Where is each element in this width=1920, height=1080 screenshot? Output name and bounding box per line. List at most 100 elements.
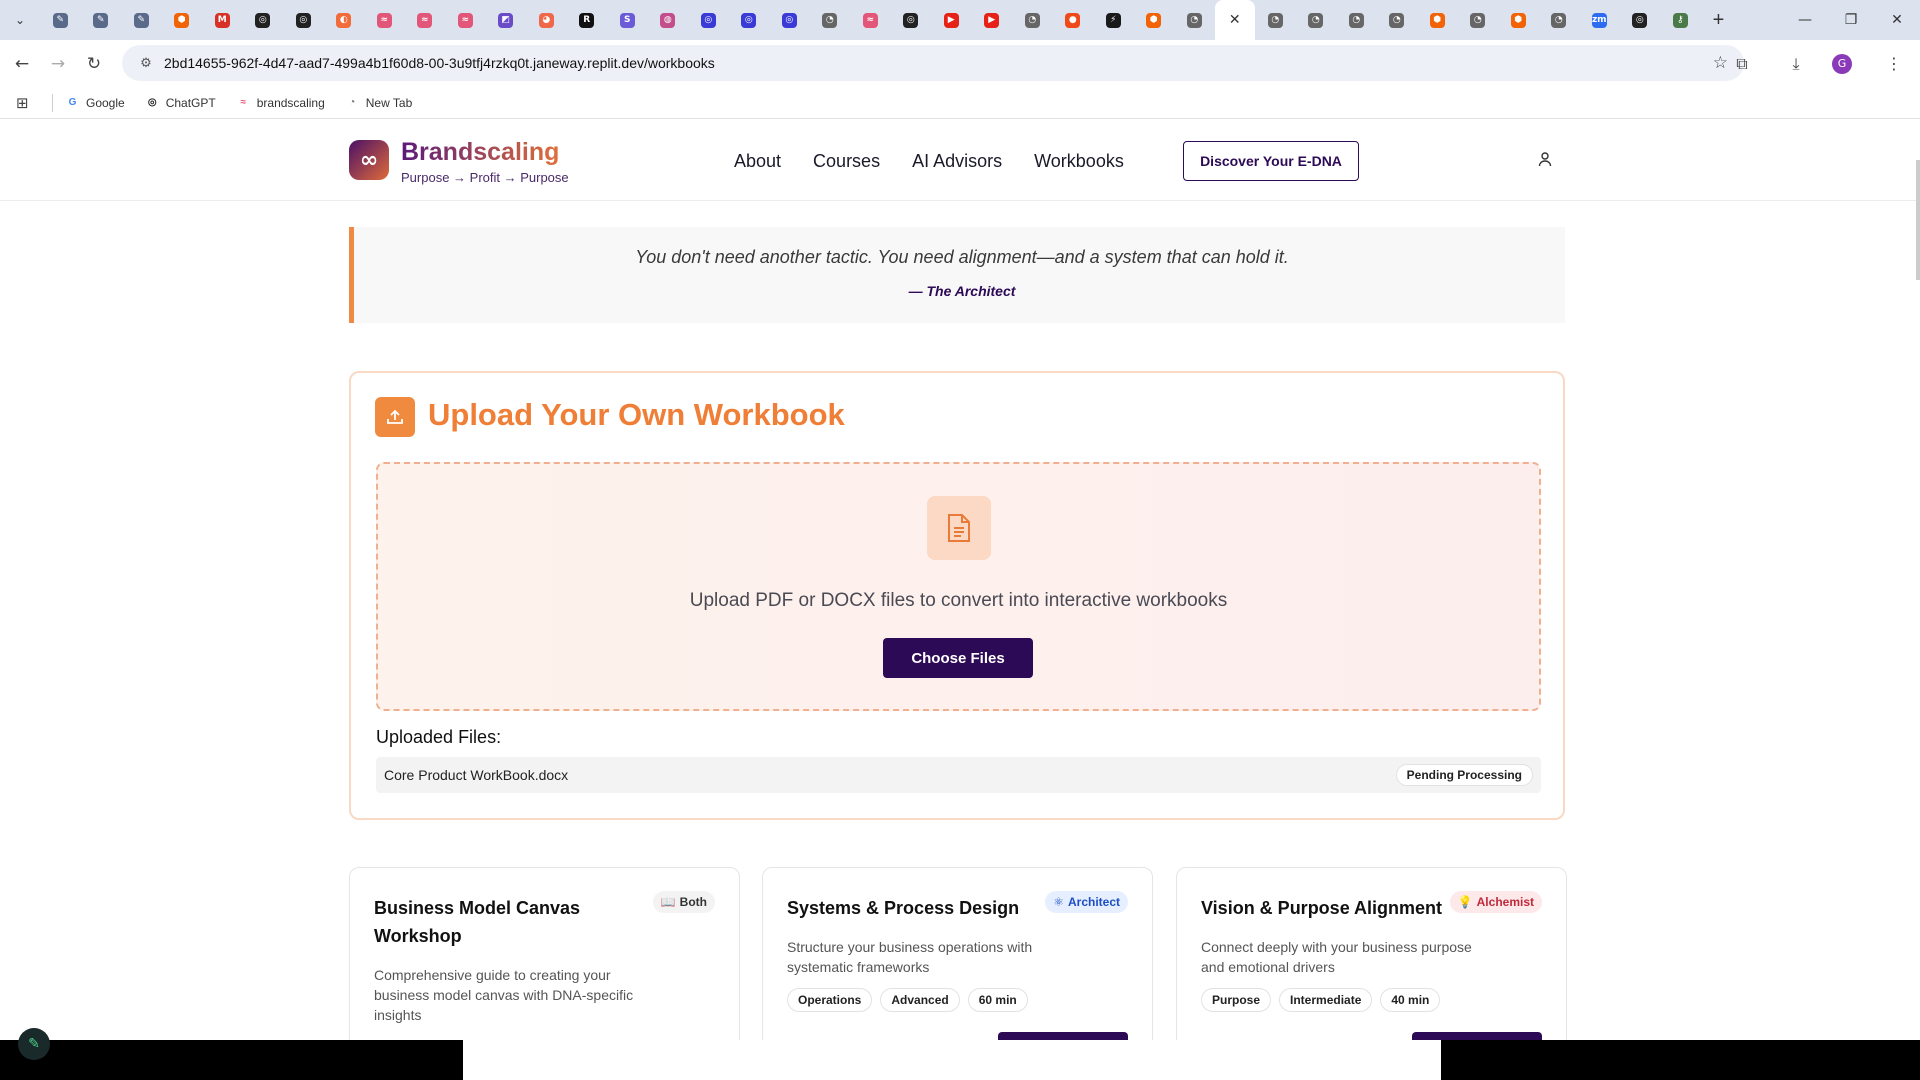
tag-pill: 40 min	[1380, 988, 1441, 1012]
browser-tab[interactable]: ⬢	[1498, 0, 1539, 40]
back-icon[interactable]: ←	[8, 50, 36, 78]
globe-icon: ◔	[1186, 12, 1202, 28]
close-window-icon[interactable]: ✕	[1874, 0, 1920, 40]
browser-tab[interactable]: ◎	[283, 0, 324, 40]
minimize-icon[interactable]: —	[1782, 0, 1828, 40]
profile-avatar[interactable]: G	[1832, 53, 1852, 74]
nav-ai-advisors[interactable]: AI Advisors	[912, 151, 1002, 172]
card-tags: Purpose Intermediate 40 min	[1201, 988, 1448, 1012]
scrollbar-thumb[interactable]	[1916, 160, 1920, 280]
browser-tab[interactable]: ▶	[931, 0, 972, 40]
url-text[interactable]: 2bd14655-962f-4d47-aad7-499a4b1f60d8-00-…	[164, 55, 715, 71]
apps-grid-icon[interactable]: ⊞	[16, 94, 36, 112]
bookmark-item[interactable]: G Google	[65, 95, 125, 110]
browser-tab[interactable]: ⚡	[1093, 0, 1134, 40]
link-icon: ✎	[133, 12, 149, 28]
globe-icon: ◔	[1308, 12, 1324, 28]
browser-tab[interactable]: ◎	[729, 0, 770, 40]
address-bar[interactable]: ⚙ 2bd14655-962f-4d47-aad7-499a4b1f60d8-0…	[122, 45, 1744, 81]
bookmark-item[interactable]: ◔ New Tab	[345, 95, 412, 110]
browser-tab[interactable]: ●	[1053, 0, 1094, 40]
nav-courses[interactable]: Courses	[813, 151, 880, 172]
browser-tab[interactable]: ◎	[769, 0, 810, 40]
extensions-icon[interactable]: ⧉	[1724, 46, 1760, 82]
reload-icon[interactable]: ↻	[80, 50, 108, 78]
browser-tab[interactable]: ◔	[1174, 0, 1215, 40]
uploaded-file-row[interactable]: Core Product WorkBook.docx Pending Proce…	[376, 757, 1541, 793]
edit-icon[interactable]: ✎	[18, 1028, 50, 1060]
youtube-icon: ▶	[984, 12, 1000, 28]
browser-tab[interactable]: ◎	[688, 0, 729, 40]
open-workbook-button[interactable]	[998, 1032, 1128, 1040]
taskbar	[0, 1040, 1920, 1080]
tab-search-dropdown[interactable]: ⌄	[0, 0, 40, 40]
browser-tab[interactable]: ◔	[1539, 0, 1580, 40]
link-icon: ✎	[52, 12, 68, 28]
browser-tab[interactable]: ◐	[324, 0, 365, 40]
brand-name[interactable]: Brandscaling	[401, 138, 559, 167]
close-icon[interactable]: ✕	[1227, 12, 1242, 28]
browser-tab[interactable]: ≈	[850, 0, 891, 40]
browser-tab[interactable]: ◔	[1458, 0, 1499, 40]
choose-files-button[interactable]: Choose Files	[883, 638, 1033, 678]
browser-tab[interactable]: ◕	[526, 0, 567, 40]
red-dot-icon: ●	[1065, 12, 1081, 28]
browser-tab[interactable]: ◎	[243, 0, 284, 40]
browser-tab[interactable]: ⬢	[162, 0, 203, 40]
cursor-icon: ◩	[498, 12, 514, 28]
workbook-card[interactable]: Systems & Process Design ⚛ Architect Struct…	[762, 867, 1153, 1040]
menu-icon[interactable]: ⋮	[1876, 46, 1912, 82]
restore-icon[interactable]: ❐	[1828, 0, 1874, 40]
user-icon[interactable]	[1536, 150, 1554, 168]
bookmark-item[interactable]: ≈ brandscaling	[236, 95, 325, 110]
file-drop-zone[interactable]: Upload PDF or DOCX files to convert into…	[376, 462, 1541, 711]
logo-icon[interactable]: ∞	[349, 140, 389, 180]
nav-workbooks[interactable]: Workbooks	[1034, 151, 1124, 172]
globe-icon: ◔	[1024, 12, 1040, 28]
card-description: Comprehensive guide to creating your bus…	[374, 967, 634, 1023]
browser-tab[interactable]: ≈	[405, 0, 446, 40]
browser-tab[interactable]: ◩	[486, 0, 527, 40]
browser-tab[interactable]: ◔	[810, 0, 851, 40]
browser-tab[interactable]: ⬢	[1134, 0, 1175, 40]
browser-tab[interactable]: ✕	[1214, 0, 1255, 40]
browser-tab[interactable]: ◔	[1255, 0, 1296, 40]
browser-tab[interactable]: zm	[1579, 0, 1620, 40]
nav-about[interactable]: About	[734, 151, 781, 172]
book-icon: 📖	[660, 895, 676, 909]
browser-tab[interactable]: ✎	[40, 0, 81, 40]
bookmark-label: brandscaling	[256, 95, 325, 110]
browser-tab[interactable]: R	[567, 0, 608, 40]
browser-tab[interactable]: ⚷	[1660, 0, 1701, 40]
bookmark-item[interactable]: ◎ ChatGPT	[145, 95, 216, 110]
new-tab-button[interactable]: +	[1701, 0, 1737, 40]
page-viewport: ∞ Brandscaling Purpose → Profit → Purpos…	[0, 120, 1920, 1040]
browser-tab[interactable]: M	[202, 0, 243, 40]
browser-tab[interactable]: ≈	[364, 0, 405, 40]
site-info-icon[interactable]: ⚙	[132, 56, 160, 71]
forward-icon[interactable]: →	[44, 50, 72, 78]
brand-tagline: Purpose → Profit → Purpose	[401, 170, 569, 185]
target-icon: ◎	[741, 12, 757, 28]
browser-tab[interactable]: S	[607, 0, 648, 40]
bookmarks-divider	[52, 93, 53, 112]
browser-tab[interactable]: ▶	[972, 0, 1013, 40]
browser-tab[interactable]: ✎	[81, 0, 122, 40]
browser-tab[interactable]: ◔	[1336, 0, 1377, 40]
open-workbook-button[interactable]	[1412, 1032, 1542, 1040]
browser-tab[interactable]: ◍	[648, 0, 689, 40]
browser-tab[interactable]: ⬢	[1417, 0, 1458, 40]
browser-tab[interactable]: ◎	[1620, 0, 1661, 40]
download-icon[interactable]: ⤓	[1778, 46, 1814, 82]
browser-tab[interactable]: ◔	[1296, 0, 1337, 40]
workbook-card[interactable]: Vision & Purpose Alignment 💡 Alchemist Conn…	[1176, 867, 1567, 1040]
browser-tab[interactable]: ◔	[1012, 0, 1053, 40]
browser-tab[interactable]: ◔	[1377, 0, 1418, 40]
workbook-card[interactable]: Business Model Canvas Workshop 📖 Both Compr…	[349, 867, 740, 1040]
browser-tab[interactable]: ≈	[445, 0, 486, 40]
site-header: ∞ Brandscaling Purpose → Profit → Purpos…	[0, 120, 1916, 201]
discover-edna-button[interactable]: Discover Your E-DNA	[1183, 141, 1359, 181]
browser-tab[interactable]: ◎	[891, 0, 932, 40]
browser-tab[interactable]: ✎	[121, 0, 162, 40]
globe-icon: ◔	[1348, 12, 1364, 28]
